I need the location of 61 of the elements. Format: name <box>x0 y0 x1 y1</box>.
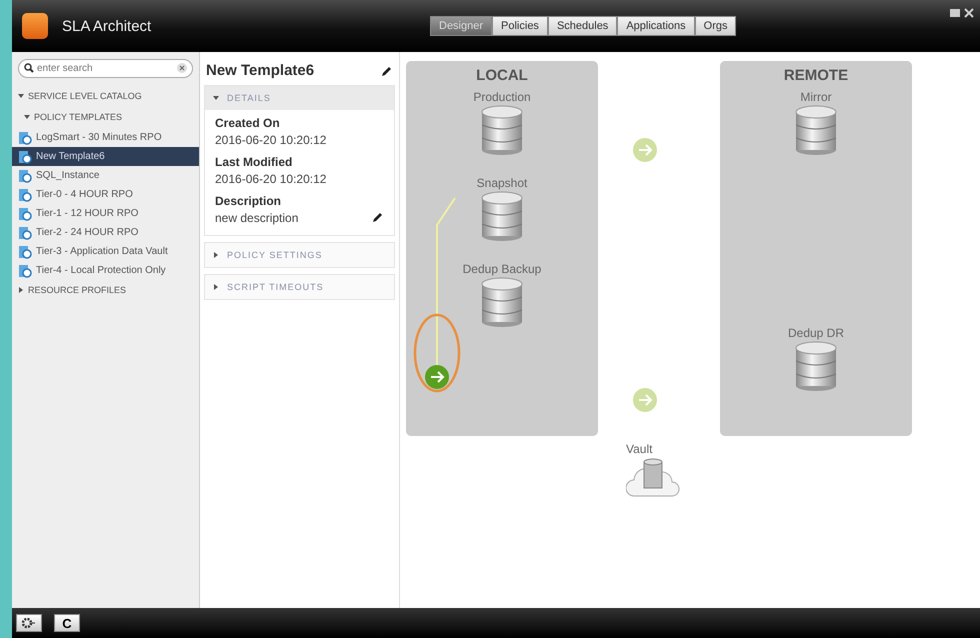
field-label: Last Modified <box>215 155 294 169</box>
collapsed-icon[interactable] <box>213 284 219 290</box>
collapsed-icon[interactable] <box>18 287 24 293</box>
nav-tab[interactable]: Policies <box>492 16 548 36</box>
document-icon <box>18 264 32 278</box>
policy-template-item[interactable]: Tier-0 - 4 HOUR RPO <box>12 185 199 204</box>
field-value: 2016-06-20 10:20:12 <box>215 133 326 147</box>
node-label: Vault <box>626 442 654 456</box>
node-label: Dedup DR <box>788 326 844 340</box>
policy-template-item[interactable]: Tier-3 - Application Data Vault <box>12 242 199 261</box>
close-icon[interactable] <box>964 8 974 18</box>
database-icon <box>794 340 838 392</box>
tree-node[interactable]: POLICY TEMPLATES <box>18 106 193 128</box>
field-value: 2016-06-20 10:20:12 <box>215 172 326 186</box>
tree-node[interactable]: RESOURCE PROFILES <box>18 280 193 300</box>
minimize-icon[interactable] <box>950 8 960 18</box>
document-icon <box>18 226 32 240</box>
policy-template-item[interactable]: SQL_Instance <box>12 166 199 185</box>
edit-icon[interactable] <box>372 211 384 223</box>
node-label: Dedup Backup <box>462 262 542 276</box>
policy-template-item[interactable]: LogSmart - 30 Minutes RPO <box>12 128 199 147</box>
field-value: new description <box>215 211 298 225</box>
policy-template-item[interactable]: Tier-2 - 24 HOUR RPO <box>12 223 199 242</box>
database-icon <box>480 276 524 328</box>
search-icon <box>24 63 34 73</box>
tree-node[interactable]: SERVICE LEVEL CATALOG <box>18 86 193 106</box>
document-icon <box>18 206 32 220</box>
gear-icon <box>22 617 36 629</box>
clear-icon[interactable] <box>177 63 187 73</box>
edit-icon[interactable] <box>381 64 393 76</box>
app-title: SLA Architect <box>62 18 152 34</box>
database-icon <box>480 104 524 156</box>
node-label: Production <box>473 90 531 104</box>
field-label: Created On <box>215 116 281 130</box>
document-icon <box>18 168 32 182</box>
nav-tab[interactable]: Schedules <box>548 16 618 36</box>
settings-button[interactable] <box>16 614 42 632</box>
nav-tab[interactable]: Applications <box>617 16 695 36</box>
policy-template-item[interactable]: Tier-4 - Local Protection Only <box>12 261 199 280</box>
document-icon <box>18 244 32 258</box>
expanded-icon[interactable] <box>213 95 219 101</box>
node-label: Snapshot <box>476 176 528 190</box>
node-label: Mirror <box>800 90 832 104</box>
document-icon <box>18 150 32 164</box>
app-logo <box>22 13 48 39</box>
template-title: New Template6 <box>206 62 314 79</box>
document-icon <box>18 130 32 144</box>
document-icon <box>18 188 32 202</box>
expanded-icon[interactable] <box>18 93 24 99</box>
field-label: Description <box>215 194 282 208</box>
policy-template-item[interactable]: New Template6 <box>12 147 199 166</box>
zone-title: REMOTE <box>784 67 848 84</box>
policy-template-item[interactable]: Tier-1 - 12 HOUR RPO <box>12 204 199 223</box>
collapsed-icon[interactable] <box>213 252 219 258</box>
refresh-button[interactable]: C <box>54 614 80 632</box>
search-field[interactable]: enter search <box>18 59 193 78</box>
database-icon <box>480 190 524 242</box>
nav-tab[interactable]: Orgs <box>694 16 736 36</box>
zone-title: LOCAL <box>476 67 528 84</box>
database-icon <box>794 104 838 156</box>
expanded-icon[interactable] <box>24 114 30 120</box>
